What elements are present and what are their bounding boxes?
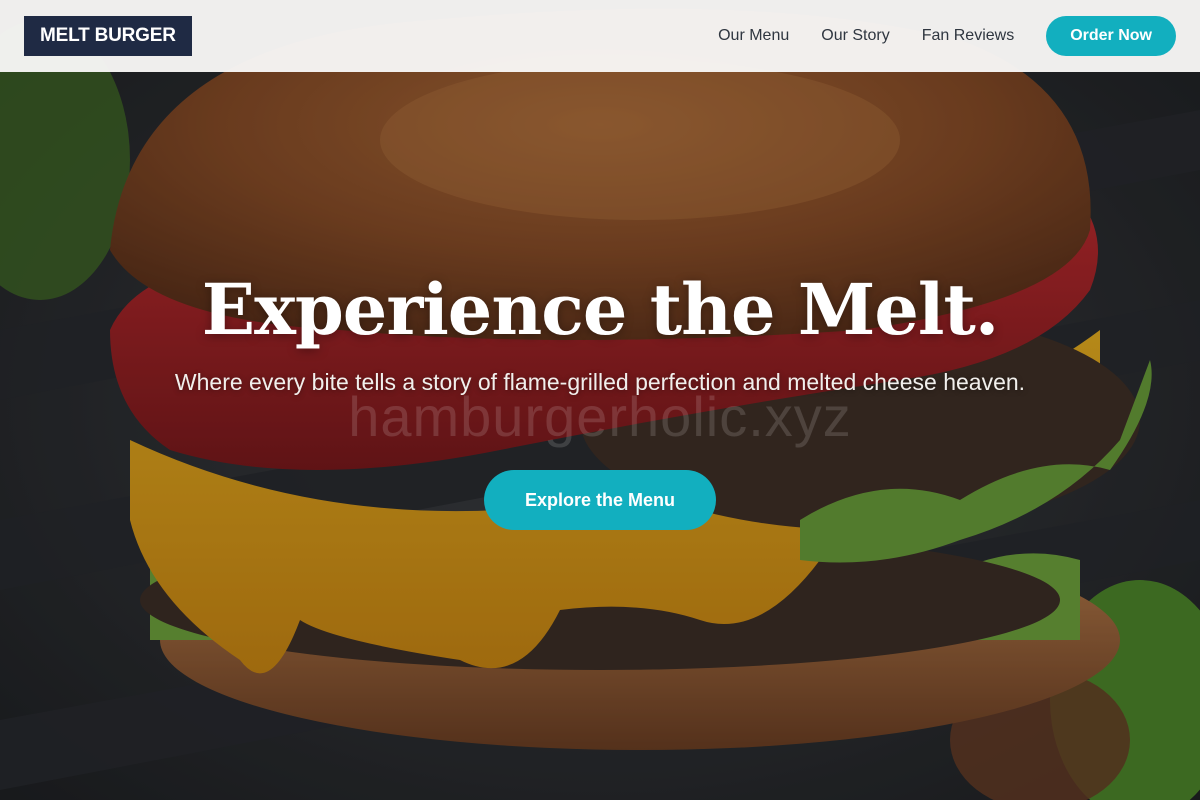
explore-menu-button[interactable]: Explore the Menu bbox=[484, 470, 716, 530]
main-nav: Our Menu Our Story Fan Reviews Order Now bbox=[718, 16, 1176, 56]
order-now-button[interactable]: Order Now bbox=[1046, 16, 1176, 56]
site-header: MELT BURGER Our Menu Our Story Fan Revie… bbox=[0, 0, 1200, 72]
nav-link-fan-reviews[interactable]: Fan Reviews bbox=[922, 27, 1014, 45]
nav-link-our-menu[interactable]: Our Menu bbox=[718, 27, 789, 45]
hero-title: Experience the Melt. bbox=[201, 268, 999, 351]
brand-logo[interactable]: MELT BURGER bbox=[24, 16, 192, 56]
hero-subtitle: Where every bite tells a story of flame-… bbox=[174, 369, 1026, 395]
hero-content: Experience the Melt. hamburgerholic.xyz … bbox=[0, 72, 1200, 800]
nav-link-our-story[interactable]: Our Story bbox=[821, 27, 889, 45]
